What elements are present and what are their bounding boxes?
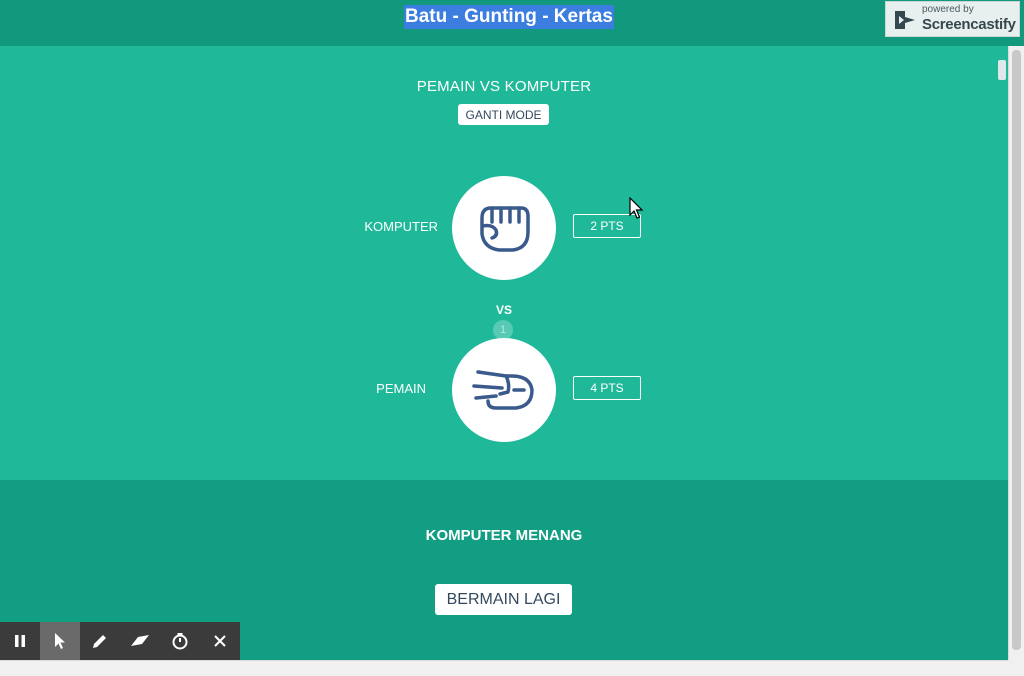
vs-label: VS — [495, 303, 512, 317]
player-points: 4 PTS — [573, 376, 641, 400]
game-area: PEMAIN VS KOMPUTER GANTI MODE KOMPUTER 2… — [0, 46, 1008, 480]
change-mode-button[interactable]: GANTI MODE — [458, 104, 549, 125]
scissors-hand-icon — [472, 370, 534, 410]
computer-label: KOMPUTER — [364, 219, 438, 234]
close-icon — [214, 635, 226, 647]
player-label: PEMAIN — [376, 381, 426, 396]
eraser-tool-button[interactable] — [120, 622, 160, 660]
mode-title: PEMAIN VS KOMPUTER — [416, 78, 592, 95]
close-toolbar-button[interactable] — [200, 622, 240, 660]
vertical-scrollbar[interactable] — [1008, 46, 1024, 660]
timer-icon — [172, 633, 188, 650]
mouse-cursor-icon — [629, 196, 645, 226]
pen-tool-button[interactable] — [80, 622, 120, 660]
app-title: Batu - Gunting - Kertas — [404, 5, 614, 29]
pen-icon — [93, 635, 106, 648]
horizontal-scrollbar[interactable] — [0, 660, 1008, 676]
play-again-button[interactable]: BERMAIN LAGI — [435, 584, 572, 615]
scroll-corner — [1008, 660, 1024, 676]
screencastify-name: Screencastify — [922, 16, 1016, 33]
pointer-tool-button[interactable] — [40, 622, 80, 660]
player-hand — [452, 338, 556, 442]
screencastify-logo-icon — [892, 8, 918, 37]
timer-tool-button[interactable] — [160, 622, 200, 660]
pause-button[interactable] — [0, 622, 40, 660]
vertical-scroll-thumb[interactable] — [1012, 50, 1021, 650]
screencastify-badge[interactable]: powered by Screencastify — [885, 1, 1020, 37]
round-indicator: 1 — [493, 320, 513, 340]
header-bar: Batu - Gunting - Kertas powered by Scree… — [0, 0, 1024, 46]
powered-by-label: powered by — [922, 4, 974, 15]
recording-toolbar — [0, 622, 240, 660]
result-text: KOMPUTER MENANG — [425, 527, 583, 544]
computer-hand — [452, 176, 556, 280]
rock-fist-icon — [480, 206, 530, 252]
eraser-icon — [131, 635, 149, 646]
pointer-icon — [55, 633, 65, 649]
pause-icon — [15, 635, 25, 647]
